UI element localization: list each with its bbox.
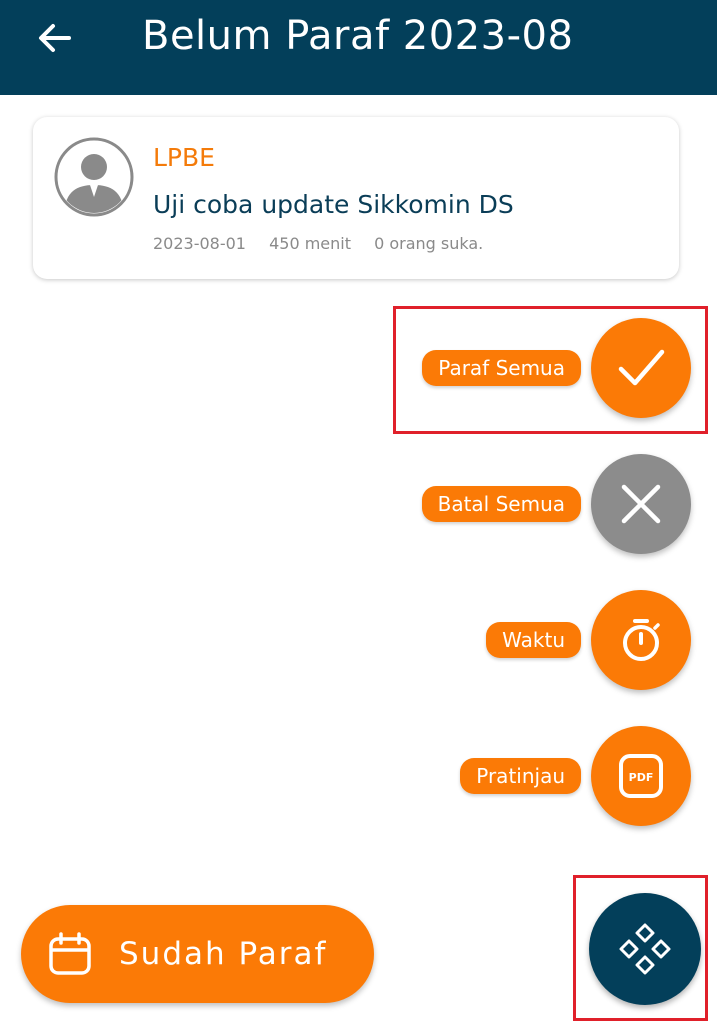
diamond-grid-icon — [619, 923, 671, 975]
pratinjau-button[interactable]: PDF — [591, 726, 691, 826]
card-meta: 2023-08-01 450 menit 0 orang suka. — [153, 234, 501, 253]
card-organization: LPBE — [153, 143, 215, 172]
speed-dial-toggle-button[interactable] — [589, 893, 701, 1005]
pdf-icon: PDF — [619, 754, 663, 798]
card-likes: 0 orang suka. — [374, 234, 484, 253]
paraf-semua-label[interactable]: Paraf Semua — [422, 350, 581, 386]
paraf-semua-button[interactable] — [591, 318, 691, 418]
action-batal-semua[interactable]: Batal Semua — [421, 454, 691, 554]
page-title: Belum Paraf 2023-08 — [142, 13, 574, 59]
arrow-left-icon — [39, 24, 71, 52]
batal-semua-label[interactable]: Batal Semua — [421, 486, 581, 522]
avatar — [54, 137, 134, 217]
calendar-icon — [49, 932, 91, 975]
card-date: 2023-08-01 — [153, 234, 246, 253]
card-title: Uji coba update Sikkomin DS — [153, 190, 514, 219]
pdf-icon-text: PDF — [629, 771, 654, 784]
pratinjau-label[interactable]: Pratinjau — [460, 758, 581, 794]
action-paraf-semua[interactable]: Paraf Semua — [422, 318, 691, 418]
action-pratinjau[interactable]: Pratinjau PDF — [460, 726, 691, 826]
stopwatch-icon — [623, 619, 660, 661]
batal-semua-button[interactable] — [591, 454, 691, 554]
waktu-label[interactable]: Waktu — [486, 622, 581, 658]
close-icon — [621, 484, 661, 524]
sudah-paraf-button[interactable]: Sudah Paraf — [21, 905, 374, 1003]
action-waktu[interactable]: Waktu — [486, 590, 691, 690]
back-button[interactable] — [32, 16, 76, 60]
app-bar: Belum Paraf 2023-08 — [0, 0, 717, 95]
check-icon — [618, 349, 665, 386]
card-duration: 450 menit — [269, 234, 351, 253]
waktu-button[interactable] — [591, 590, 691, 690]
sudah-paraf-label: Sudah Paraf — [119, 936, 328, 972]
document-card[interactable]: LPBE Uji coba update Sikkomin DS 2023-08… — [33, 117, 679, 279]
